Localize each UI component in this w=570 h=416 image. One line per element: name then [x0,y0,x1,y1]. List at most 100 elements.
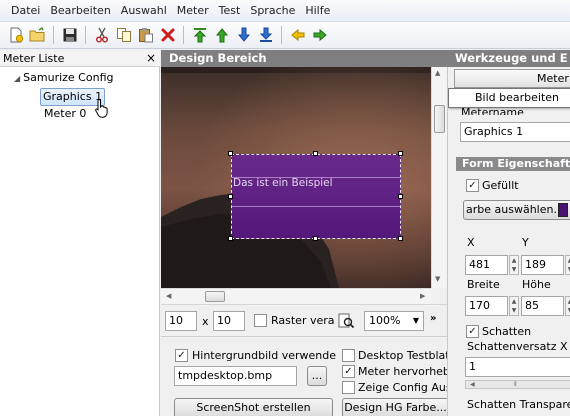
resize-handle[interactable] [398,236,403,241]
x-input[interactable]: 481 [465,255,508,275]
resize-handle[interactable] [313,236,318,241]
scroll-down-icon[interactable]: ▼ [435,275,440,283]
toolbar-separator [183,26,184,44]
shadow-transparency-label: Schatten Transparen [467,398,570,411]
menu-hilfe[interactable]: Hilfe [300,2,335,20]
open-folder-icon[interactable] [28,26,47,45]
cut-icon[interactable] [92,26,111,45]
arrow-left-icon[interactable] [288,26,307,45]
meter-highlight-label: Meter hervorhebe [358,365,457,378]
tree-root[interactable]: ◢ Samurize Config [14,70,113,87]
tree-root-label: Samurize Config [23,71,114,84]
show-config-label: Zeige Config Aus [358,381,452,394]
shadow-offset-x-input[interactable]: 1 [465,357,570,377]
meter-guide-line [232,206,400,207]
vertical-scrollbar[interactable]: ▲ ▼ [431,67,447,288]
scroll-right-icon[interactable]: ▶ [420,292,425,300]
zoom-value: 100% [369,314,401,327]
desktop-test-checkbox[interactable] [342,349,355,362]
move-to-bottom-icon[interactable] [256,26,275,45]
menu-test[interactable]: Test [214,2,246,20]
tree-expander-icon[interactable]: ◢ [14,74,20,83]
bg-image-label: Hintergrundbild verwende [192,349,336,362]
save-icon[interactable] [60,26,79,45]
tab-meter[interactable]: Meter [454,69,570,88]
menu-datei[interactable]: Datei [6,2,45,20]
slider-thumb[interactable]: ⦀ [514,381,517,388]
resize-handle[interactable] [228,151,233,156]
tree-item-label: Meter 0 [44,107,87,120]
raster-checkbox[interactable] [254,314,267,327]
x-spinner[interactable]: ▲ ▼ [509,255,519,275]
resize-handle[interactable] [398,151,403,156]
meter-name-label: Metername [461,106,524,115]
x-label: X [467,236,475,249]
move-to-top-icon[interactable] [190,26,209,45]
zoom-select[interactable]: 100% ▼ [364,311,424,331]
filled-checkbox[interactable]: ✓ [466,179,479,192]
shadow-checkbox[interactable]: ✓ [466,325,479,338]
arrow-right-icon[interactable] [310,26,329,45]
close-icon[interactable]: × [146,50,156,67]
screenshot-button[interactable]: ScreenShot erstellen [174,398,333,416]
color-swatch [558,203,568,217]
filled-label: Gefüllt [482,179,519,192]
move-down-icon[interactable] [234,26,253,45]
scrollbar-thumb[interactable] [434,105,445,133]
resize-handle[interactable] [228,236,233,241]
show-config-checkbox[interactable] [342,381,355,394]
scrollbar-thumb[interactable] [205,291,225,302]
horizontal-scrollbar[interactable]: ◀ ▶ [161,288,431,304]
bg-image-checkbox[interactable]: ✓ [175,349,188,362]
menu-auswahl[interactable]: Auswahl [116,2,172,20]
y-spinner[interactable]: ▲▼ [565,255,570,275]
meter-highlight-checkbox[interactable]: ✓ [342,365,355,378]
choose-color-button[interactable]: arbe auswählen... [463,200,570,220]
design-canvas[interactable]: Das ist ein Beispiel [161,67,431,288]
tools-panel: Meter Bild bearbeiten Metername Graphics… [447,67,570,416]
expand-down-icon[interactable]: » [430,314,436,324]
new-file-icon[interactable] [6,26,25,45]
slider-left-icon[interactable]: ◀ [470,381,475,388]
width-input[interactable]: 170 [465,296,508,316]
delete-icon[interactable] [158,26,177,45]
design-area-header: Design Bereich [161,50,447,67]
meter-graphics-1[interactable]: Das ist ein Beispiel [231,154,401,239]
grid-y-input[interactable]: 10 [213,311,245,331]
menu-bar: Datei Bearbeiten Auswahl Meter Test Spra… [0,0,570,22]
meter-list-panel: Meter Liste × ◢ Samurize Config Graphics … [0,50,160,416]
resize-handle[interactable] [228,194,233,199]
bg-file-input[interactable]: tmpdesktop.bmp [174,366,297,386]
form-properties-section: Form Eigenschaften [456,157,570,171]
design-options-panel: ✓ Hintergrundbild verwende tmpdesktop.bm… [161,336,457,416]
height-spinner[interactable]: ▲▼ [565,296,570,316]
height-input[interactable]: 85 [521,296,564,316]
y-input[interactable]: 189 [521,255,564,275]
tools-title: Werkzeuge und E [455,51,568,65]
scroll-up-icon[interactable]: ▲ [435,69,440,77]
paste-icon[interactable] [136,26,155,45]
zoom-icon[interactable] [338,313,355,332]
toolbar-separator [53,26,54,44]
menu-meter[interactable]: Meter [172,2,214,20]
desktop-test-label: Desktop Testblat [358,349,450,362]
menu-sprache[interactable]: Sprache [245,2,300,20]
width-spinner[interactable]: ▲ ▼ [509,296,519,316]
grid-x-input[interactable]: 10 [165,311,197,331]
grid-separator: x [202,315,209,328]
tree-item-meter-0[interactable]: Meter 0 [44,106,86,122]
scroll-left-icon[interactable]: ◀ [166,292,171,300]
browse-button[interactable]: ... [307,366,327,386]
resize-handle[interactable] [398,194,403,199]
meter-list-title: Meter Liste [3,52,65,65]
meter-name-input[interactable]: Graphics 1 [460,122,570,142]
design-bg-color-button[interactable]: Design HG Farbe... [342,398,448,416]
form-properties-title: Form Eigenschaften [462,157,570,170]
toolbar-separator [85,26,86,44]
resize-handle[interactable] [313,151,318,156]
meter-list-header: Meter Liste × [0,50,160,67]
menu-bearbeiten[interactable]: Bearbeiten [45,2,115,20]
copy-icon[interactable] [114,26,133,45]
shadow-offset-slider[interactable]: ◀ ⦀ [465,380,570,389]
move-up-icon[interactable] [212,26,231,45]
